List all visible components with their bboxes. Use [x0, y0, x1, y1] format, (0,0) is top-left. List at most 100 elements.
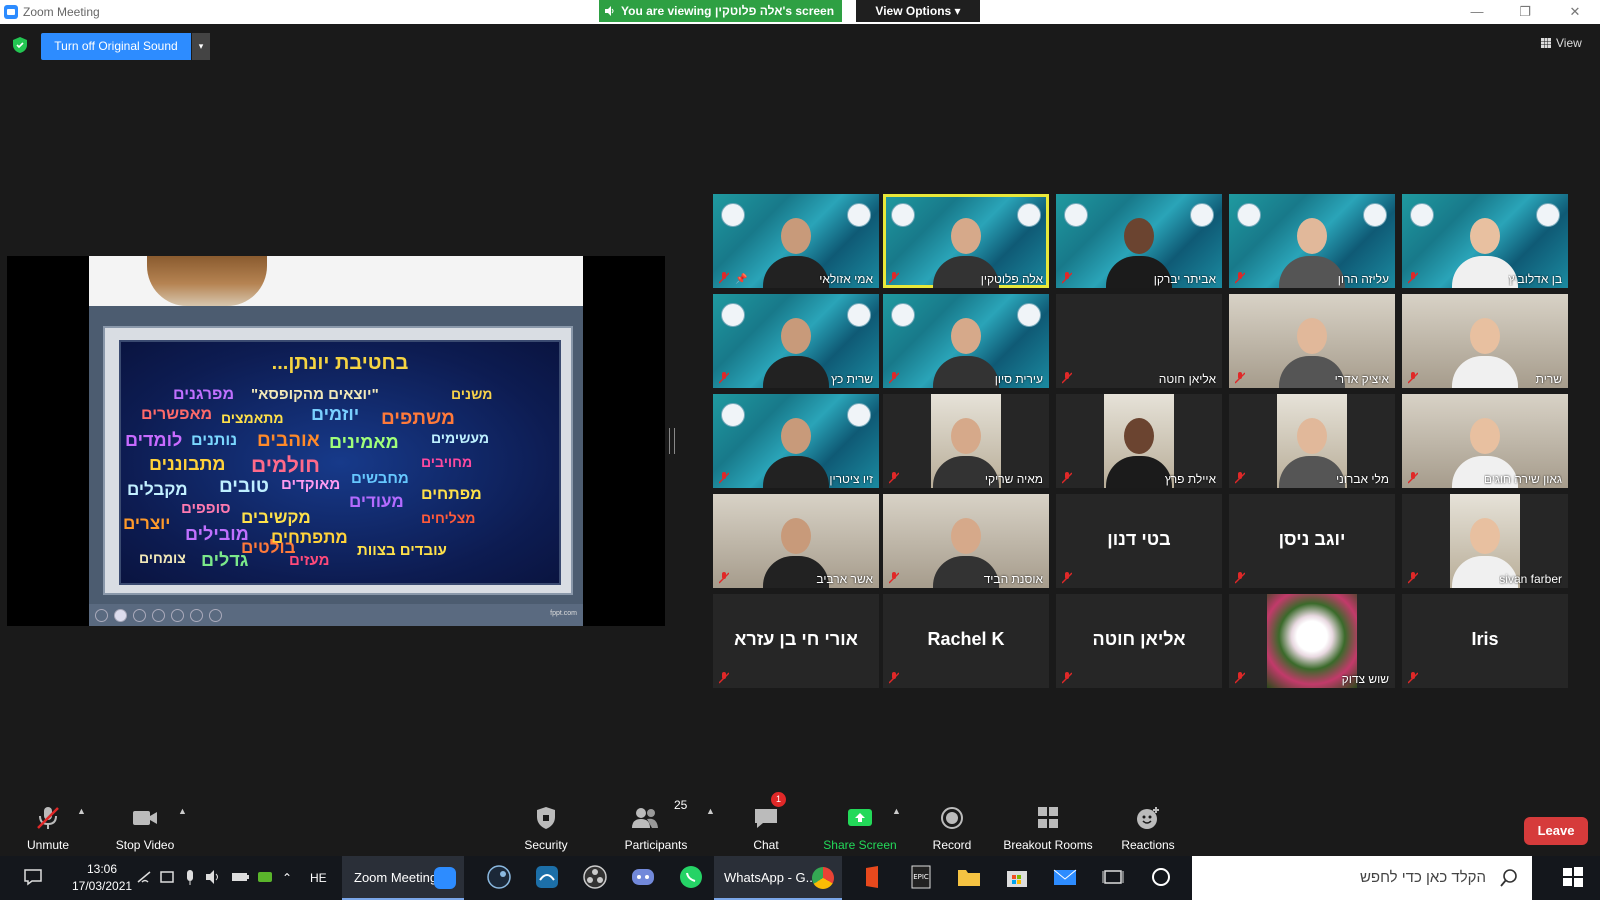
audio-options-caret[interactable]: ▲ [77, 806, 86, 816]
whatsapp-icon[interactable] [678, 864, 704, 890]
participant-name: sivan farber [1499, 572, 1562, 586]
taskbar-search-input[interactable]: הקלד כאן כדי לחפש [1192, 856, 1532, 900]
volume-icon[interactable] [205, 864, 221, 890]
participant-tile[interactable]: Iris [1402, 594, 1568, 688]
participants-options-caret[interactable]: ▲ [706, 806, 715, 816]
participant-video [1450, 310, 1520, 388]
participant-tile[interactable]: שוש צדוק [1229, 594, 1395, 688]
participant-tile[interactable]: מלי אברוני [1229, 394, 1395, 488]
word-cloud-word: מפרגנים [173, 386, 235, 403]
nvidia-icon[interactable] [257, 864, 273, 890]
slide-pen-icon[interactable] [133, 609, 146, 622]
zoom-camera-icon [434, 867, 456, 889]
participant-name: גאון שירה חוגים [1483, 472, 1562, 486]
share-screen-button[interactable]: Share Screen [818, 796, 902, 856]
participant-tile[interactable]: אורי חי בן עזרא [713, 594, 879, 688]
original-sound-dropdown-button[interactable]: ▾ [192, 33, 210, 60]
turn-off-original-sound-button[interactable]: Turn off Original Sound [41, 33, 191, 60]
participant-tile[interactable]: שרית כץ [713, 294, 879, 388]
wifi-icon[interactable] [136, 864, 152, 890]
participant-video [931, 310, 1001, 388]
search-icon [1500, 869, 1517, 887]
discord-icon[interactable] [630, 864, 656, 890]
participant-tile[interactable]: אשר ארביב [713, 494, 879, 588]
slide-zoom-icon[interactable] [171, 609, 184, 622]
participant-name: אמי אזולאי [819, 272, 873, 286]
slide-grid-icon[interactable] [152, 609, 165, 622]
microsoft-store-icon[interactable] [1004, 864, 1030, 890]
participant-video [761, 410, 831, 488]
microphone-icon[interactable] [182, 864, 198, 890]
participant-tile[interactable]: זיו ציטרין [713, 394, 879, 488]
participant-name: איציק אדרי [1334, 372, 1389, 386]
view-button[interactable]: View [1536, 33, 1588, 53]
participant-tile[interactable]: עירית סיון [883, 294, 1049, 388]
battery-icon[interactable] [231, 864, 249, 890]
participant-tile[interactable]: Rachel K [883, 594, 1049, 688]
record-button[interactable]: Record [924, 796, 980, 856]
participant-tile[interactable]: איציק אדרי [1229, 294, 1395, 388]
reactions-button[interactable]: Reactions [1116, 796, 1180, 856]
participants-button[interactable]: 25 Participants [618, 796, 694, 856]
participant-tile[interactable]: יוגב ניסן [1229, 494, 1395, 588]
meet-now-icon[interactable] [159, 864, 175, 890]
mic-muted-icon [1062, 572, 1072, 584]
chat-button[interactable]: 1 Chat [748, 792, 786, 856]
stop-video-button[interactable]: Stop Video [108, 796, 182, 856]
share-screen-options-caret[interactable]: ▲ [892, 806, 901, 816]
breakout-rooms-button[interactable]: Breakout Rooms [998, 796, 1098, 856]
slide-pointer-icon[interactable] [114, 609, 127, 622]
show-hidden-icons-caret[interactable]: ⌃ [282, 856, 292, 900]
participant-tile[interactable]: 📌 אמי אזולאי [713, 194, 879, 288]
participant-tile[interactable]: sivan farber [1402, 494, 1568, 588]
slide-more-icon[interactable] [209, 609, 222, 622]
slide-credit: fppt.com [550, 610, 577, 617]
wireshark-icon[interactable] [534, 864, 560, 890]
input-language[interactable]: HE [310, 856, 327, 900]
encryption-shield-icon[interactable] [13, 37, 27, 53]
participant-tile[interactable]: גאון שירה חוגים [1402, 394, 1568, 488]
epic-games-icon[interactable]: EPIC [908, 864, 934, 890]
word-cloud-word: מובילים [185, 524, 249, 544]
participant-tile[interactable]: אליאן חוטה [1056, 294, 1222, 388]
restore-button[interactable]: ❐ [1510, 3, 1540, 21]
mail-icon[interactable] [1052, 864, 1078, 890]
share-screen-icon [848, 809, 872, 826]
security-label: Security [524, 838, 568, 852]
office-icon[interactable] [860, 864, 886, 890]
split-view-resize-handle[interactable] [669, 428, 675, 454]
windows-start-icon[interactable] [1562, 864, 1584, 890]
participant-tile[interactable]: בטי דנון [1056, 494, 1222, 588]
participant-name: בן אדלוביץ [1508, 272, 1562, 286]
slide-prev-icon[interactable] [95, 609, 108, 622]
notification-center-icon[interactable] [20, 864, 46, 890]
close-button[interactable]: ✕ [1560, 3, 1590, 21]
participant-tile[interactable]: אוסנת הביד [883, 494, 1049, 588]
taskbar-whatsapp-chrome[interactable]: WhatsApp - G... [714, 856, 842, 900]
obs-icon[interactable] [582, 864, 608, 890]
mic-muted-icon [1408, 272, 1418, 284]
file-explorer-icon[interactable] [956, 864, 982, 890]
slide-top-banner [89, 256, 583, 306]
cortana-icon[interactable] [1148, 864, 1174, 890]
unmute-button[interactable]: Unmute [18, 796, 78, 856]
participant-display-name: אליאן חוטה [1092, 629, 1186, 649]
participant-tile[interactable]: אליאן חוטה [1056, 594, 1222, 688]
participant-tile[interactable]: מאיה שריקי [883, 394, 1049, 488]
participant-tile[interactable]: איילת פרץ [1056, 394, 1222, 488]
taskbar-zoom-meeting[interactable]: Zoom Meeting [342, 856, 464, 900]
taskbar-clock[interactable]: 13:06 17/03/2021 [72, 861, 132, 895]
participant-tile[interactable]: שרית [1402, 294, 1568, 388]
slide-subtitle-icon[interactable] [190, 609, 203, 622]
leave-button[interactable]: Leave [1524, 817, 1588, 845]
task-view-icon[interactable] [1100, 864, 1126, 890]
steam-icon[interactable] [486, 864, 512, 890]
view-options-button[interactable]: View Options ▾ [856, 0, 980, 22]
participant-tile[interactable]: אביתר יברקן [1056, 194, 1222, 288]
video-options-caret[interactable]: ▲ [178, 806, 187, 816]
security-button[interactable]: Security [515, 796, 577, 856]
participant-tile[interactable]: עליזה הרון [1229, 194, 1395, 288]
participant-tile[interactable]: בן אדלוביץ [1402, 194, 1568, 288]
participant-tile[interactable]: אלה פלוטקין [883, 194, 1049, 288]
minimize-button[interactable]: — [1462, 3, 1492, 21]
